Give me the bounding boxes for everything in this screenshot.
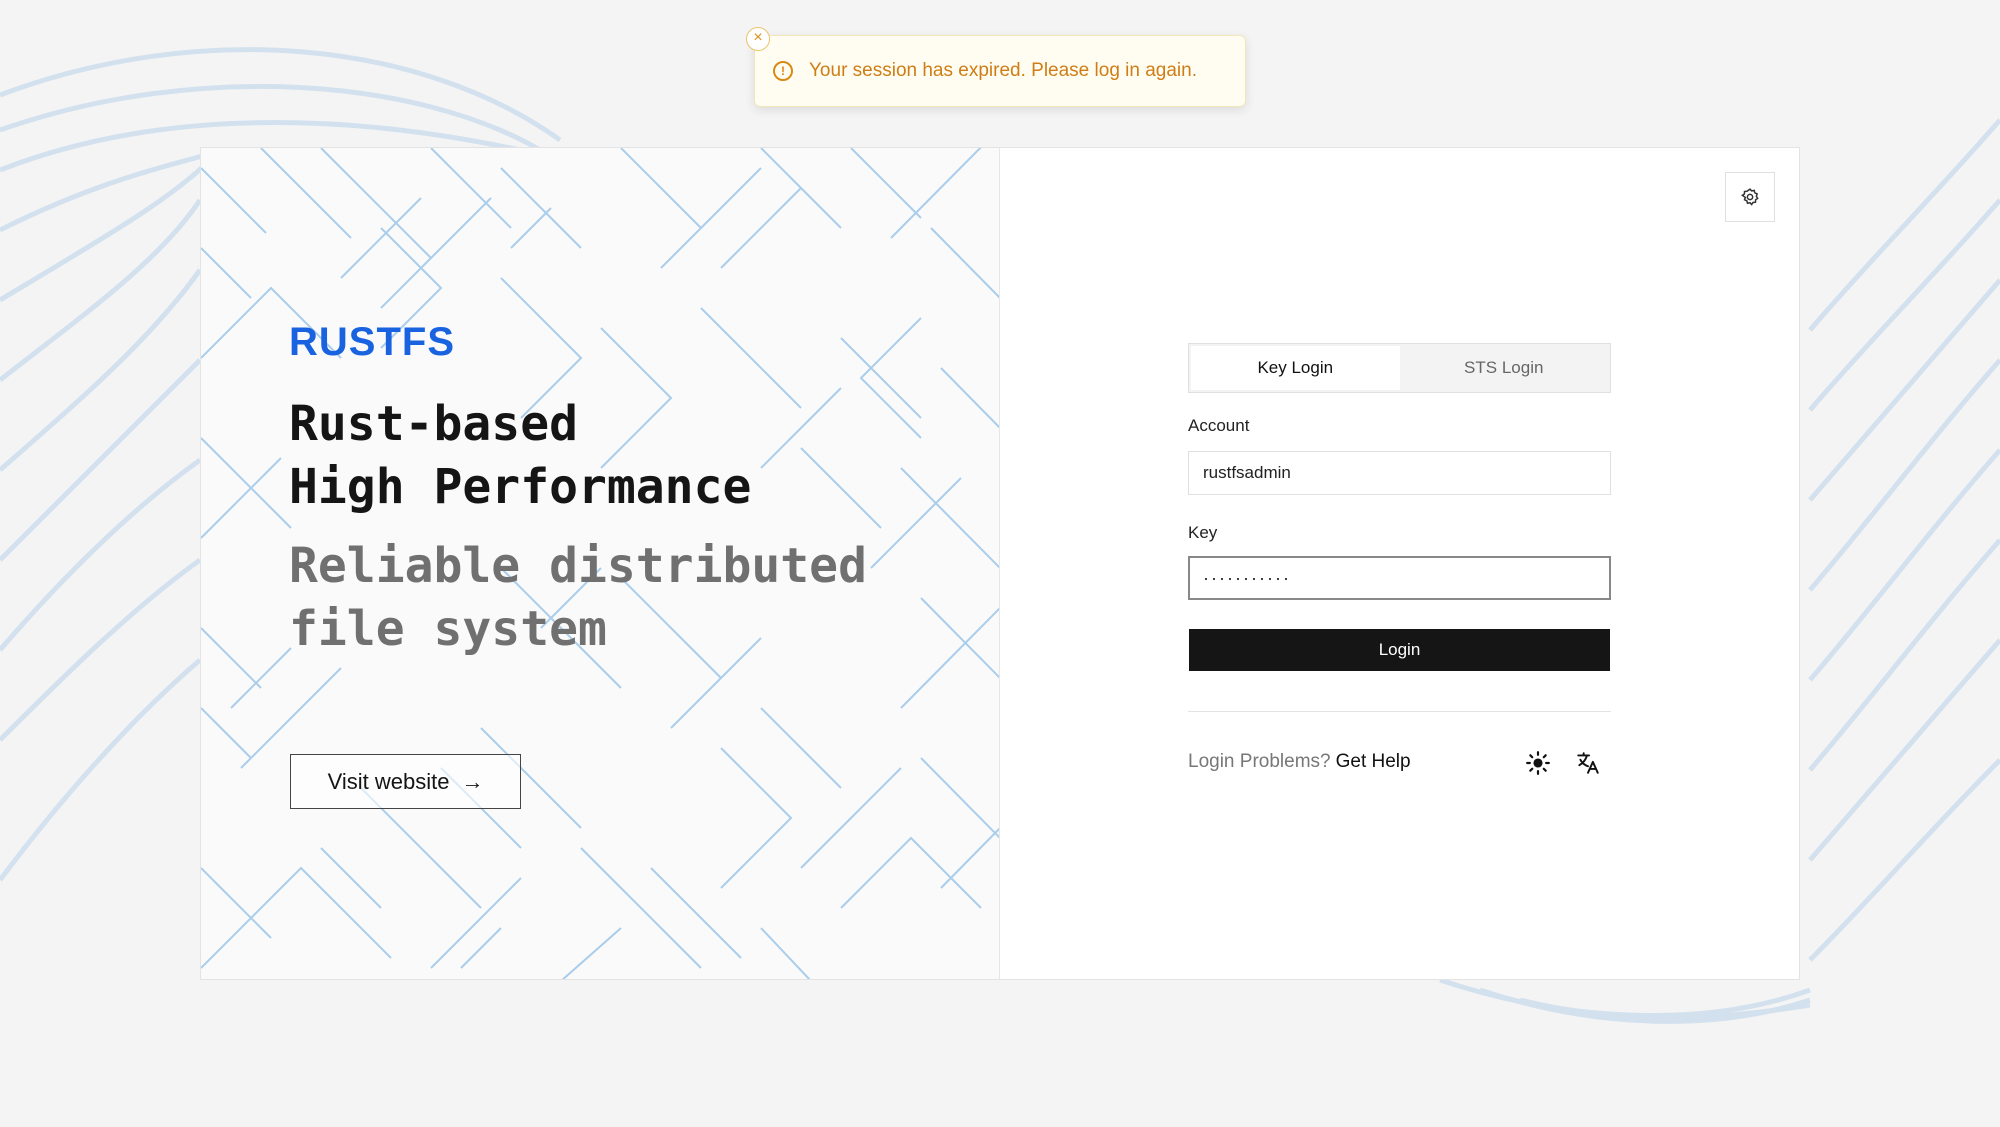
tab-key-login[interactable]: Key Login	[1191, 346, 1400, 390]
account-input[interactable]: rustfsadmin	[1188, 451, 1611, 495]
login-card: RUSTFS Rust-based High Performance Relia…	[200, 147, 1800, 980]
rustfs-logo: RUSTFS	[289, 320, 455, 364]
language-button[interactable]	[1575, 750, 1601, 776]
hero-headline: Rust-based High Performance	[289, 393, 751, 519]
key-label: Key	[1188, 523, 1218, 542]
get-help-link[interactable]: Get Help	[1336, 751, 1411, 772]
help-row: Login Problems? Get Help	[1188, 751, 1411, 773]
sun-icon	[1526, 751, 1550, 775]
login-panel: Key Login STS Login Account rustfsadmin …	[1000, 148, 1799, 979]
toast-message: Your session has expired. Please log in …	[809, 60, 1197, 81]
account-label: Account	[1188, 416, 1250, 435]
login-tabs: Key Login STS Login	[1188, 343, 1611, 393]
settings-button[interactable]	[1725, 172, 1775, 222]
key-input[interactable]: ···········	[1188, 556, 1611, 600]
login-button[interactable]: Login	[1189, 629, 1610, 671]
toast-close-button[interactable]: ×	[746, 27, 770, 51]
gear-icon	[1740, 188, 1759, 206]
visit-website-label: Visit website	[327, 768, 450, 794]
divider	[1188, 711, 1611, 712]
translate-icon	[1577, 752, 1599, 774]
tab-sts-login[interactable]: STS Login	[1400, 346, 1609, 390]
headline-line-1: Rust-based	[289, 396, 578, 452]
login-problems-text: Login Problems?	[1188, 751, 1331, 772]
alert-circle-icon: !	[773, 61, 793, 81]
subline-line-2: file system	[289, 601, 607, 657]
hero-subline: Reliable distributed file system	[289, 535, 867, 661]
brand-panel: RUSTFS Rust-based High Performance Relia…	[201, 148, 1000, 979]
arrow-right-icon: →	[461, 768, 484, 794]
visit-website-button[interactable]: Visit website →	[290, 754, 521, 809]
headline-line-2: High Performance	[289, 459, 752, 515]
session-expired-toast: × ! Your session has expired. Please log…	[746, 27, 1246, 107]
theme-toggle-button[interactable]	[1525, 750, 1551, 776]
subline-line-1: Reliable distributed	[289, 538, 867, 594]
